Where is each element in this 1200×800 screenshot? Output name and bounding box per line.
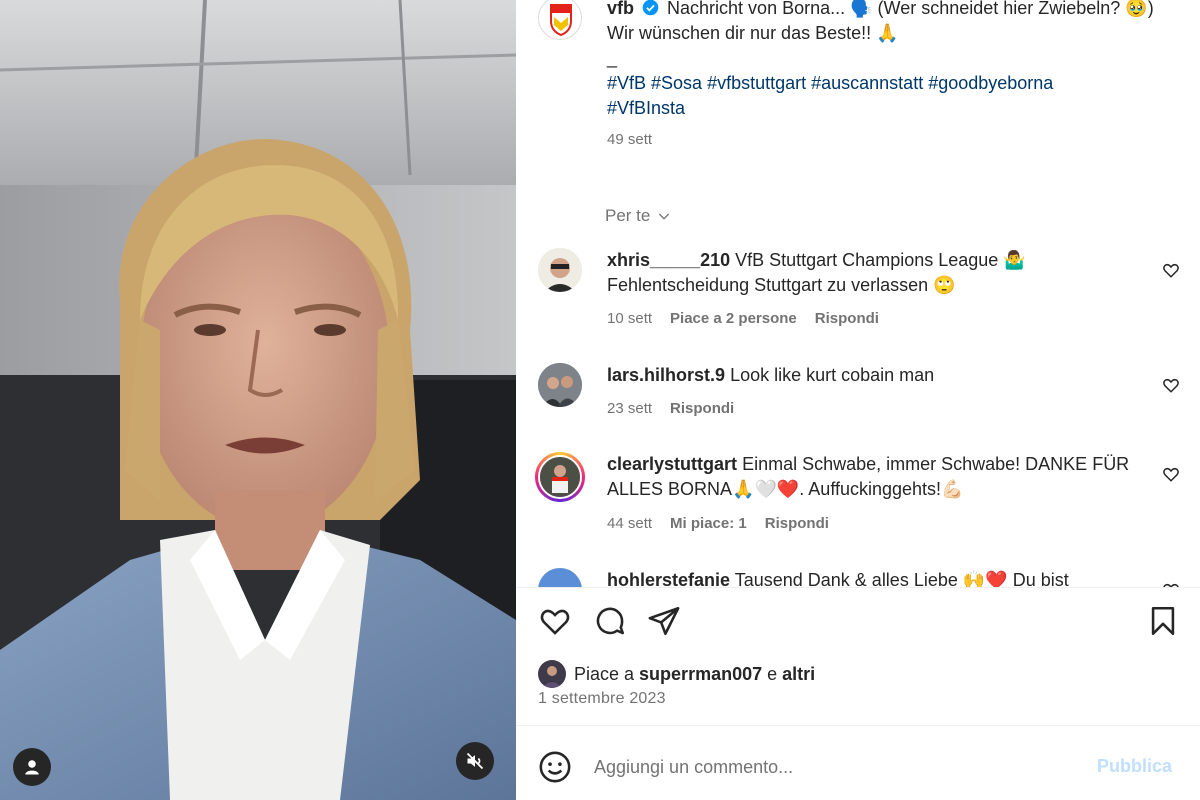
reply-button[interactable]: Rispondi (670, 400, 734, 417)
volume-off-icon (466, 752, 484, 770)
likes-user[interactable]: superrman007 (639, 664, 762, 684)
commenter-avatar[interactable] (538, 248, 582, 292)
caption-line-1: Nachricht von Borna... 🗣️ (Wer schneidet… (667, 0, 1154, 18)
tagged-users-button[interactable] (13, 748, 51, 786)
like-heart-icon[interactable] (538, 604, 572, 638)
likes-middle: e (762, 663, 783, 684)
comment-filter-label: Per te (605, 206, 651, 225)
caption-hashtags-1[interactable]: #VfB #Sosa #vfbstuttgart #auscannstatt #… (607, 73, 1053, 93)
reply-button[interactable]: Rispondi (815, 310, 879, 327)
likes-prefix: Piace a (574, 663, 640, 684)
comment-body: hohlerstefanie Tausend Dank & alles Lieb… (607, 568, 1147, 587)
comment-time: 10 sett (607, 310, 653, 327)
post-caption: vfb Nachricht von Borna... 🗣️ (Wer schne… (607, 0, 1167, 152)
comment-text: Look like kurt cobain man (730, 365, 935, 385)
commenter-avatar[interactable] (538, 568, 582, 587)
comment-likes[interactable]: Piace a 2 persone (670, 310, 797, 327)
comment-text: Tausend Dank & alles Liebe 🙌❤️ Du bist (734, 570, 1069, 587)
chevron-down-icon (659, 213, 670, 220)
vfb-avatar[interactable] (538, 0, 582, 40)
emoji-smiley-icon[interactable] (538, 750, 572, 784)
video-frame (0, 0, 516, 800)
avatar-image (538, 248, 582, 292)
avatar-image (538, 363, 582, 407)
divider (516, 725, 1200, 726)
caption-hashtags-2[interactable]: #VfBInsta (607, 98, 685, 118)
comment-likes[interactable]: Mi piace: 1 (670, 515, 747, 532)
post-panel: vfb Nachricht von Borna... 🗣️ (Wer schne… (516, 0, 1200, 800)
caption-line-2: Wir wünschen dir nur das Beste!! 🙏 (607, 23, 899, 43)
comment-body: clearlystuttgart Einmal Schwabe, immer S… (607, 452, 1147, 502)
comment-meta: 10 sett Piace a 2 persone Rispondi (607, 310, 879, 327)
comment-body: xhris_____210 VfB Stuttgart Champions Le… (607, 248, 1147, 298)
share-paper-plane-icon[interactable] (647, 604, 681, 638)
liker-avatar[interactable] (538, 660, 566, 688)
commenter-avatar[interactable] (538, 363, 582, 407)
comment-meta: 23 sett Rispondi (607, 400, 734, 417)
divider (516, 587, 1200, 588)
likes-others[interactable]: altri (782, 664, 815, 684)
mute-button[interactable] (456, 742, 494, 780)
reply-button[interactable]: Rispondi (765, 515, 829, 532)
likes-summary: Piace a superrman007 e altri (538, 660, 815, 688)
comments-scroll-area[interactable]: vfb Nachricht von Borna... 🗣️ (Wer schne… (516, 0, 1200, 587)
comment-time: 44 sett (607, 515, 653, 532)
post-date: 1 settembre 2023 (538, 690, 666, 707)
comment-time: 23 sett (607, 400, 653, 417)
post-time: 49 sett (607, 131, 653, 148)
add-comment-bar: Pubblica (516, 740, 1200, 794)
post-actions (516, 600, 1200, 644)
avatar-image (538, 660, 566, 688)
comment-username[interactable]: xhris_____210 (607, 250, 730, 270)
like-comment-heart-icon[interactable] (1162, 376, 1180, 394)
verified-badge-icon (642, 0, 659, 16)
caption-separator: _ (607, 48, 618, 68)
like-comment-heart-icon[interactable] (1162, 465, 1180, 483)
comment-body: lars.hilhorst.9 Look like kurt cobain ma… (607, 363, 1147, 388)
post-media[interactable] (0, 0, 516, 800)
comment-username[interactable]: hohlerstefanie (607, 570, 730, 587)
comment-bubble-icon[interactable] (593, 604, 627, 638)
vfb-crest-icon (550, 4, 572, 37)
comment-filter-dropdown[interactable]: Per te (605, 206, 672, 226)
like-comment-heart-icon[interactable] (1162, 261, 1180, 279)
comment-username[interactable]: clearlystuttgart (607, 454, 737, 474)
user-icon (25, 760, 39, 775)
caption-username[interactable]: vfb (607, 0, 634, 18)
publish-button[interactable]: Pubblica (1097, 756, 1172, 777)
comment-username[interactable]: lars.hilhorst.9 (607, 365, 725, 385)
comment-input[interactable] (594, 752, 1074, 782)
comment-meta: 44 sett Mi piace: 1 Rispondi (607, 515, 829, 532)
avatar-image (540, 457, 580, 497)
save-bookmark-icon[interactable] (1146, 604, 1180, 638)
commenter-avatar-story-ring[interactable] (535, 452, 585, 502)
